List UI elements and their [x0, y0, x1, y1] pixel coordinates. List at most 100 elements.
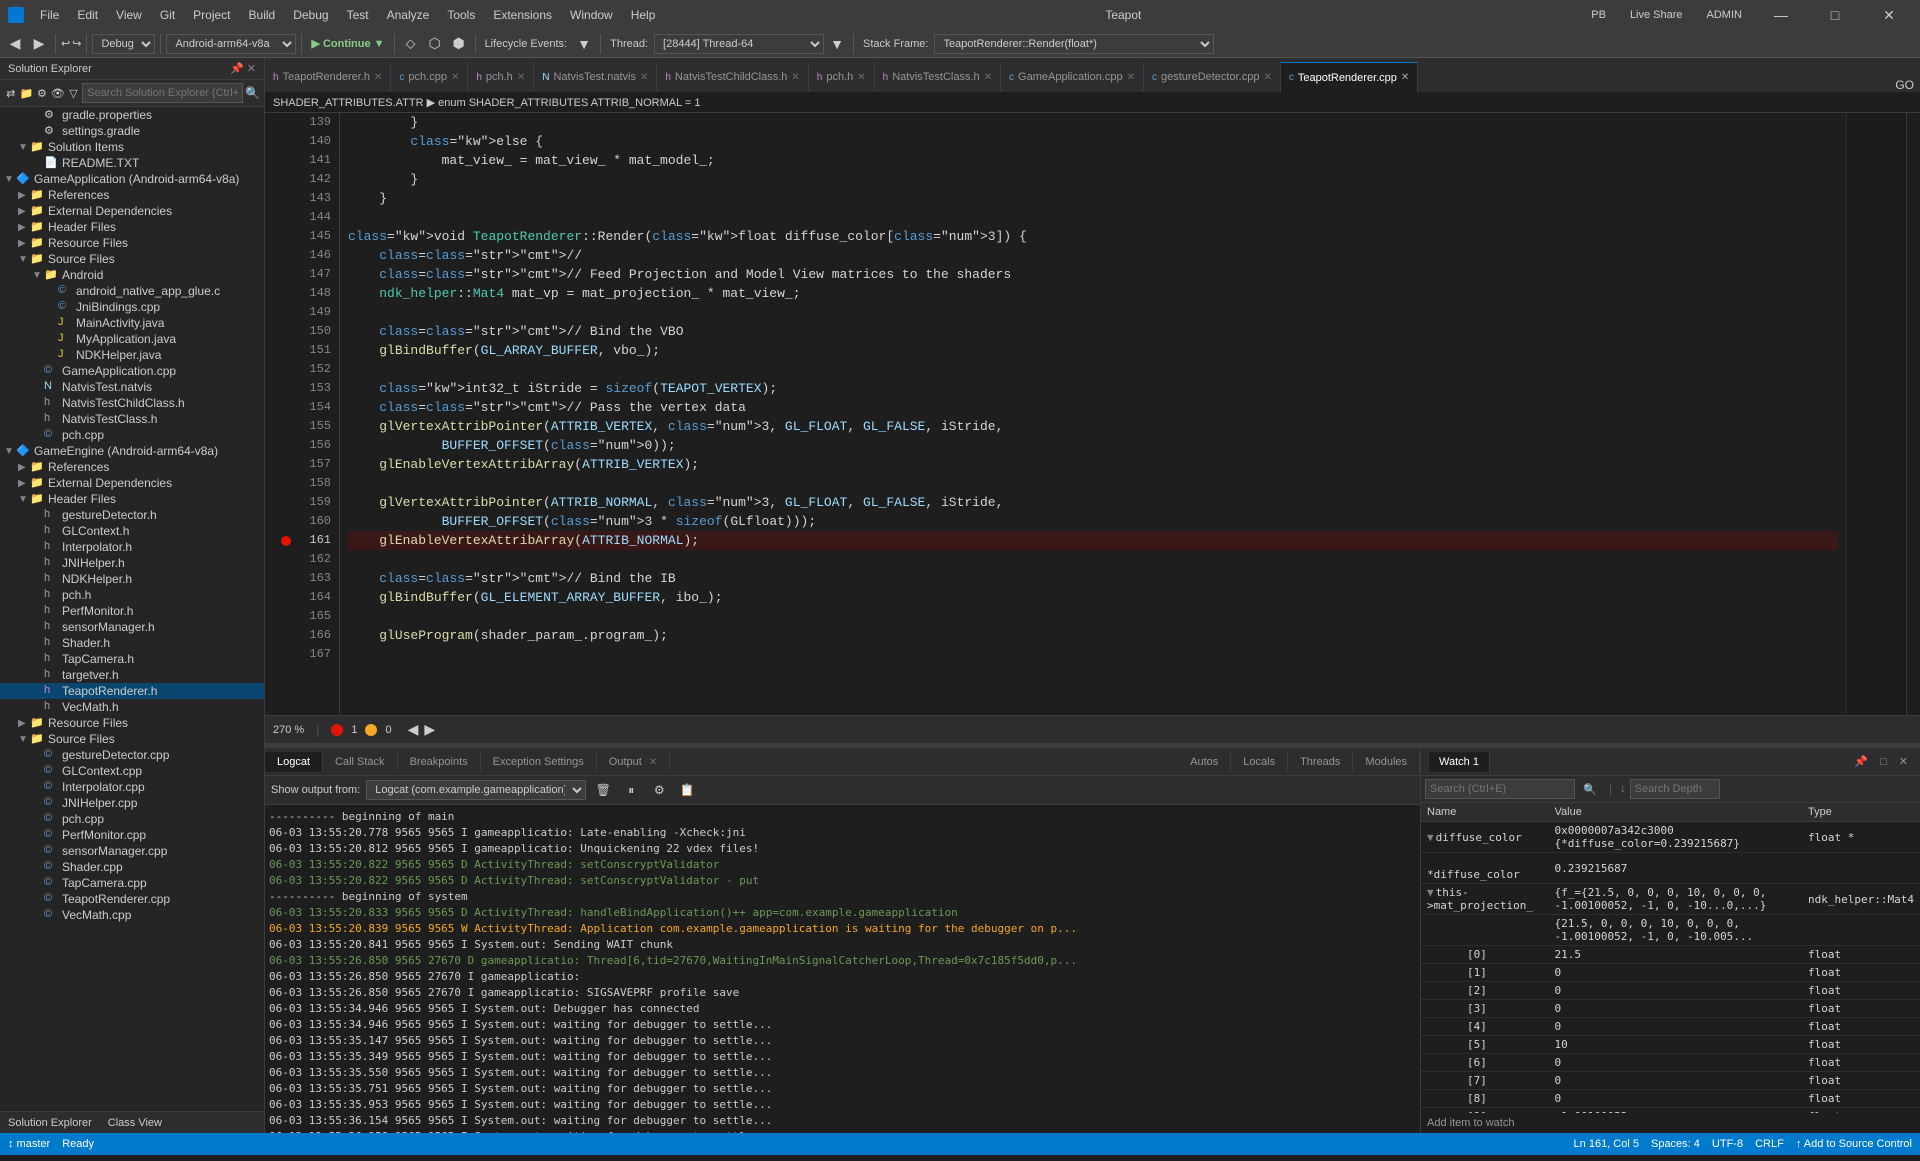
tree-item-sensormanager_cpp[interactable]: ©sensorManager.cpp — [0, 843, 264, 859]
tree-item-perfmonitor_cpp[interactable]: ©PerfMonitor.cpp — [0, 827, 264, 843]
gutter-line-159[interactable] — [277, 493, 295, 512]
fold-line-160[interactable] — [265, 512, 277, 531]
gutter-line-143[interactable] — [277, 189, 295, 208]
tab-close-natvisclass[interactable]: ✕ — [984, 72, 992, 83]
step-over-btn[interactable]: ⬦ — [400, 33, 422, 55]
output-close[interactable]: ✕ — [649, 757, 657, 768]
se-pin-btn[interactable]: 📌 — [230, 62, 244, 75]
gutter-line-155[interactable] — [277, 417, 295, 436]
watch-value-cell[interactable]: 0 — [1549, 1054, 1803, 1072]
watch-tab-1[interactable]: Watch 1 — [1429, 752, 1490, 772]
tree-expand-arrow[interactable]: ▶ — [18, 190, 30, 201]
gutter-line-139[interactable] — [277, 113, 295, 132]
watch-value-cell[interactable]: 0x0000007a342c3000 {*diffuse_color=0.239… — [1549, 822, 1803, 853]
menu-debug[interactable]: Debug — [285, 4, 336, 26]
fold-line-164[interactable] — [265, 588, 277, 607]
fold-line-150[interactable] — [265, 322, 277, 341]
fold-line-141[interactable] — [265, 151, 277, 170]
gutter-line-142[interactable] — [277, 170, 295, 189]
gutter-line-149[interactable] — [277, 303, 295, 322]
tree-item-teapotrenderer_cpp[interactable]: ©TeapotRenderer.cpp — [0, 891, 264, 907]
close-button[interactable]: ✕ — [1866, 0, 1912, 30]
fold-line-140[interactable] — [265, 132, 277, 151]
fold-line-161[interactable] — [265, 531, 277, 550]
tree-item-pch_h[interactable]: hpch.h — [0, 587, 264, 603]
fold-line-142[interactable] — [265, 170, 277, 189]
se-tab-solution-explorer[interactable]: Solution Explorer — [0, 1115, 100, 1131]
thread-filter-btn[interactable]: ▼ — [826, 33, 848, 55]
tab-close-natvistest[interactable]: ✕ — [640, 72, 648, 83]
gutter-line-165[interactable] — [277, 607, 295, 626]
fold-line-155[interactable] — [265, 417, 277, 436]
tree-item-ndkhelper_h[interactable]: hNDKHelper.h — [0, 571, 264, 587]
tree-item-natvisclass[interactable]: hNatvisTestClass.h — [0, 411, 264, 427]
tree-item-gestureDet_h[interactable]: hgestureDetector.h — [0, 507, 264, 523]
menu-file[interactable]: File — [32, 4, 67, 26]
tab-close-teapotrenderer-cpp[interactable]: ✕ — [1401, 72, 1409, 83]
tree-expand-arrow[interactable]: ▼ — [18, 254, 30, 265]
tree-expand-arrow[interactable]: ▶ — [18, 206, 30, 217]
tree-item-shader_cpp[interactable]: ©Shader.cpp — [0, 859, 264, 875]
logcat-source-dropdown[interactable]: Logcat (com.example.gameapplication) — [366, 780, 586, 800]
menu-view[interactable]: View — [108, 4, 150, 26]
tree-item-ge_source_files[interactable]: ▼📁Source Files — [0, 731, 264, 747]
gutter-line-151[interactable] — [277, 341, 295, 360]
tab-autos[interactable]: Autos — [1178, 752, 1231, 772]
tab-call-stack[interactable]: Call Stack — [323, 752, 398, 772]
tree-item-jnibindings[interactable]: ©JniBindings.cpp — [0, 299, 264, 315]
tree-expand-arrow[interactable]: ▼ — [18, 142, 30, 153]
watch-value-cell[interactable]: {f_={21.5, 0, 0, 0, 10, 0, 0, 0, -1.0010… — [1549, 884, 1803, 915]
fold-line-163[interactable] — [265, 569, 277, 588]
watch-search-btn[interactable]: 🔍 — [1579, 778, 1601, 800]
se-settings-btn[interactable]: ⚙ — [35, 82, 49, 104]
tab-threads[interactable]: Threads — [1288, 752, 1353, 772]
tree-item-android_native_app_glue[interactable]: ©android_native_app_glue.c — [0, 283, 264, 299]
watch-depth-input[interactable] — [1630, 779, 1720, 799]
tab-pch-cpp[interactable]: c pch.cpp ✕ — [391, 62, 468, 92]
gutter-line-141[interactable] — [277, 151, 295, 170]
tab-close-natvistestchild[interactable]: ✕ — [791, 72, 799, 83]
fold-line-151[interactable] — [265, 341, 277, 360]
tree-item-ge_resource_files[interactable]: ▶📁Resource Files — [0, 715, 264, 731]
tree-item-natvistest[interactable]: NNatvisTest.natvis — [0, 379, 264, 395]
code-content[interactable]: } class="kw">else { mat_view_ = mat_view… — [340, 113, 1846, 715]
fold-line-147[interactable] — [265, 265, 277, 284]
tree-item-references[interactable]: ▶📁References — [0, 187, 264, 203]
se-tab-class-view[interactable]: Class View — [100, 1115, 170, 1131]
watch-value-cell[interactable]: {21.5, 0, 0, 0, 10, 0, 0, 0, -1.00100052… — [1549, 915, 1803, 946]
tree-item-ndkhelper[interactable]: JNDKHelper.java — [0, 347, 264, 363]
tab-natvisclass[interactable]: h NatvisTestClass.h ✕ — [875, 62, 1001, 92]
editor-scrollbar[interactable] — [1906, 113, 1920, 715]
tab-teapotrenderer-cpp[interactable]: c TeapotRenderer.cpp ✕ — [1281, 62, 1418, 92]
tree-item-targetver_h[interactable]: htargetver.h — [0, 667, 264, 683]
fold-line-159[interactable] — [265, 493, 277, 512]
tree-expand-arrow[interactable]: ▶ — [18, 718, 30, 729]
tree-item-jnihelper_cpp[interactable]: ©JNIHelper.cpp — [0, 795, 264, 811]
gutter-line-158[interactable] — [277, 474, 295, 493]
tree-item-myapplication[interactable]: JMyApplication.java — [0, 331, 264, 347]
tree-item-readme[interactable]: 📄README.TXT — [0, 155, 264, 171]
forward-btn[interactable]: ▶ — [28, 33, 50, 55]
tab-natvistest[interactable]: N NatvisTest.natvis ✕ — [534, 62, 657, 92]
gutter-line-154[interactable] — [277, 398, 295, 417]
tab-close-pch-cpp[interactable]: ✕ — [451, 72, 459, 83]
tab-pch-h[interactable]: h pch.h ✕ — [468, 62, 534, 92]
watch-value-cell[interactable]: 0 — [1549, 1018, 1803, 1036]
tree-item-shader_h[interactable]: hShader.h — [0, 635, 264, 651]
fold-line-166[interactable] — [265, 626, 277, 645]
gutter-line-160[interactable] — [277, 512, 295, 531]
menu-edit[interactable]: Edit — [69, 4, 106, 26]
menu-analyze[interactable]: Analyze — [379, 4, 438, 26]
fold-line-146[interactable] — [265, 246, 277, 265]
tree-expand-arrow[interactable]: ▶ — [18, 478, 30, 489]
gutter-line-167[interactable] — [277, 645, 295, 664]
tree-item-game_application[interactable]: ▼🔷GameApplication (Android-arm64-v8a) — [0, 171, 264, 187]
minimize-button[interactable]: — — [1758, 0, 1804, 30]
watch-value-cell[interactable]: 0.239215687 — [1549, 853, 1803, 884]
tab-breakpoints[interactable]: Breakpoints — [398, 752, 481, 772]
stack-dropdown[interactable]: TeapotRenderer::Render(float*) — [934, 34, 1214, 54]
tab-close-teapotrenderer-h[interactable]: ✕ — [374, 72, 382, 83]
redo-btn[interactable]: ↪ — [72, 37, 81, 50]
fold-line-143[interactable] — [265, 189, 277, 208]
menu-help[interactable]: Help — [623, 4, 664, 26]
